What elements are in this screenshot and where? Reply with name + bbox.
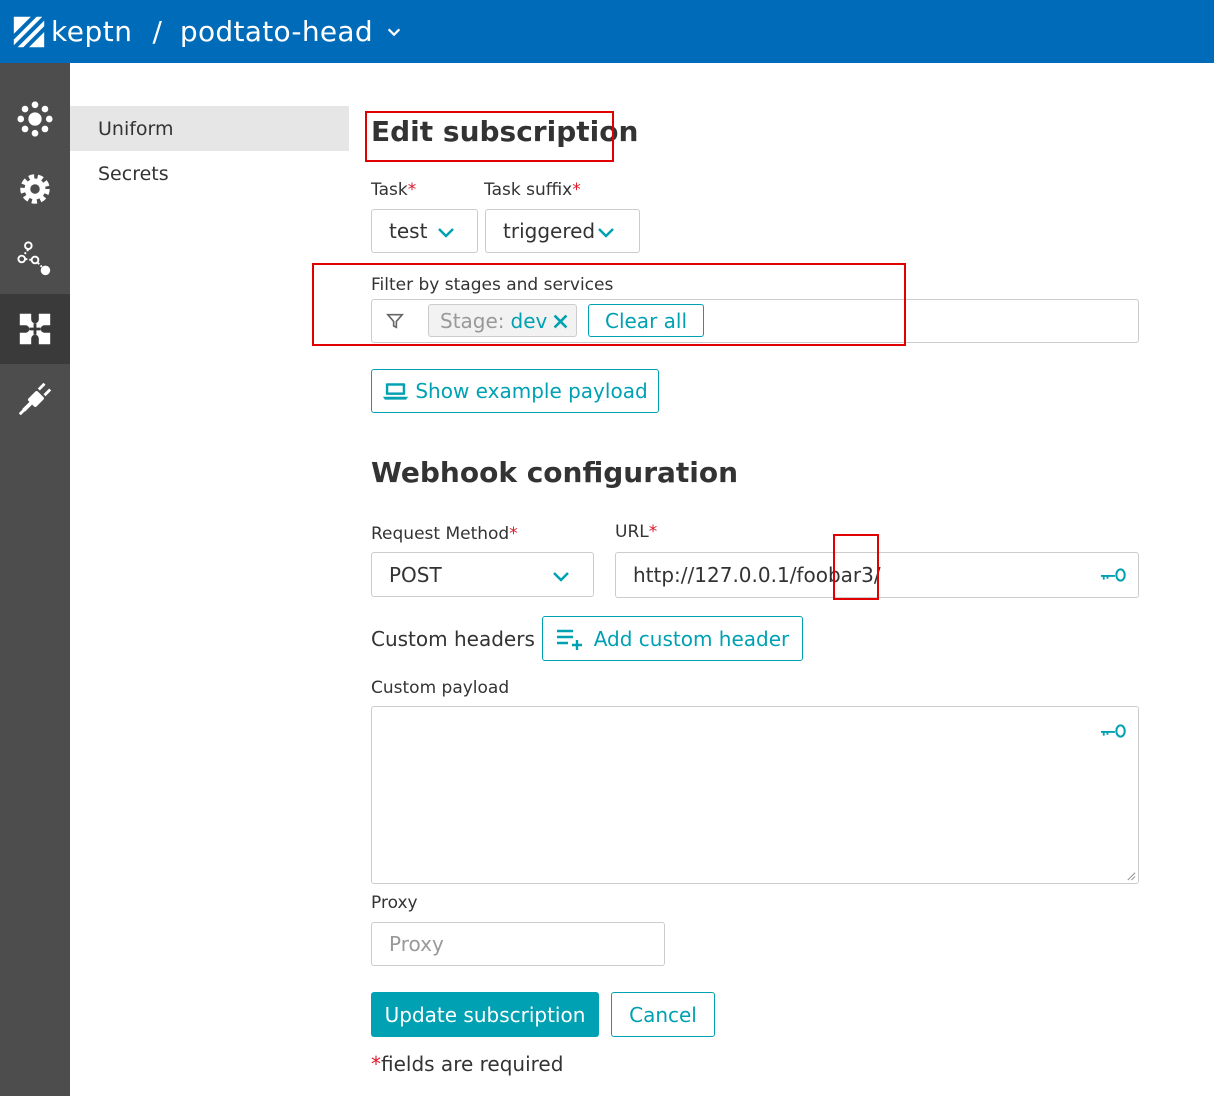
method-value: POST — [389, 562, 442, 587]
nav-settings[interactable] — [0, 154, 70, 224]
filter-chip-key: Stage: — [440, 308, 505, 333]
required-note: *fields are required — [371, 1052, 564, 1076]
add-list-icon — [556, 629, 582, 650]
plug-icon — [18, 382, 52, 416]
chevron-down-icon[interactable] — [385, 23, 403, 41]
main-content: Edit subscription Task* test Task suffix… — [349, 63, 1214, 1096]
filter-label: Filter by stages and services — [371, 275, 614, 295]
sub-nav: Uniform Secrets — [70, 63, 349, 1096]
gear-icon — [20, 174, 50, 204]
integrations-icon — [19, 313, 51, 345]
nav-sequences[interactable] — [0, 224, 70, 294]
show-example-payload-label: Show example payload — [415, 379, 648, 403]
environment-icon — [17, 101, 53, 137]
task-suffix-select[interactable]: triggered — [485, 209, 640, 253]
webhook-title: Webhook configuration — [371, 456, 739, 489]
task-suffix-label: Task suffix* — [484, 180, 581, 200]
method-label: Request Method* — [371, 524, 518, 544]
key-icon[interactable] — [1100, 567, 1128, 583]
filter-icon — [386, 313, 404, 329]
proxy-label: Proxy — [371, 893, 418, 913]
nav-environment[interactable] — [0, 84, 70, 154]
add-custom-header-label: Add custom header — [593, 626, 790, 651]
subnav-item-secrets[interactable]: Secrets — [70, 151, 349, 196]
task-suffix-value: triggered — [503, 219, 596, 243]
clear-all-button[interactable]: Clear all — [588, 304, 704, 337]
top-bar: keptn / podtato-head — [0, 0, 1214, 63]
url-value: http://127.0.0.1/foobar3/ — [633, 563, 881, 587]
logo-text: keptn — [51, 15, 133, 48]
custom-headers-label: Custom headers — [371, 627, 535, 651]
breadcrumb-separator: / — [152, 15, 162, 48]
filter-chip-stage: Stage: dev — [428, 304, 577, 337]
task-select[interactable]: test — [371, 209, 478, 253]
method-select[interactable]: POST — [371, 552, 594, 597]
url-label: URL* — [615, 522, 658, 542]
resize-handle-icon[interactable] — [1125, 870, 1136, 881]
chevron-down-icon — [598, 228, 614, 238]
task-label: Task* — [371, 180, 417, 200]
task-value: test — [389, 219, 428, 243]
show-example-payload-button[interactable]: Show example payload — [371, 369, 659, 413]
key-icon[interactable] — [1100, 723, 1128, 739]
url-input[interactable]: http://127.0.0.1/foobar3/ — [615, 552, 1139, 598]
laptop-icon — [383, 383, 409, 400]
proxy-input[interactable]: Proxy — [371, 922, 665, 966]
add-custom-header-button[interactable]: Add custom header — [542, 616, 803, 661]
keptn-logo[interactable]: keptn — [10, 0, 132, 63]
cancel-button[interactable]: Cancel — [611, 992, 715, 1037]
close-icon[interactable] — [552, 313, 569, 330]
nav-service[interactable] — [0, 364, 70, 434]
side-nav — [0, 63, 70, 1096]
nav-integrations[interactable] — [0, 294, 70, 364]
project-selector[interactable]: podtato-head — [180, 15, 373, 48]
filter-chip-value: dev — [510, 308, 548, 333]
payload-label: Custom payload — [371, 678, 510, 698]
chevron-down-icon — [438, 228, 454, 238]
subnav-item-uniform[interactable]: Uniform — [70, 106, 349, 151]
page-title: Edit subscription — [371, 115, 639, 148]
proxy-placeholder: Proxy — [389, 932, 444, 956]
chevron-down-icon — [553, 572, 569, 582]
filter-field[interactable]: Stage: dev Clear all — [371, 299, 1139, 343]
keptn-logo-icon — [13, 16, 45, 47]
sequence-icon — [17, 241, 51, 276]
update-subscription-button[interactable]: Update subscription — [371, 992, 599, 1037]
payload-textarea[interactable] — [371, 706, 1139, 884]
